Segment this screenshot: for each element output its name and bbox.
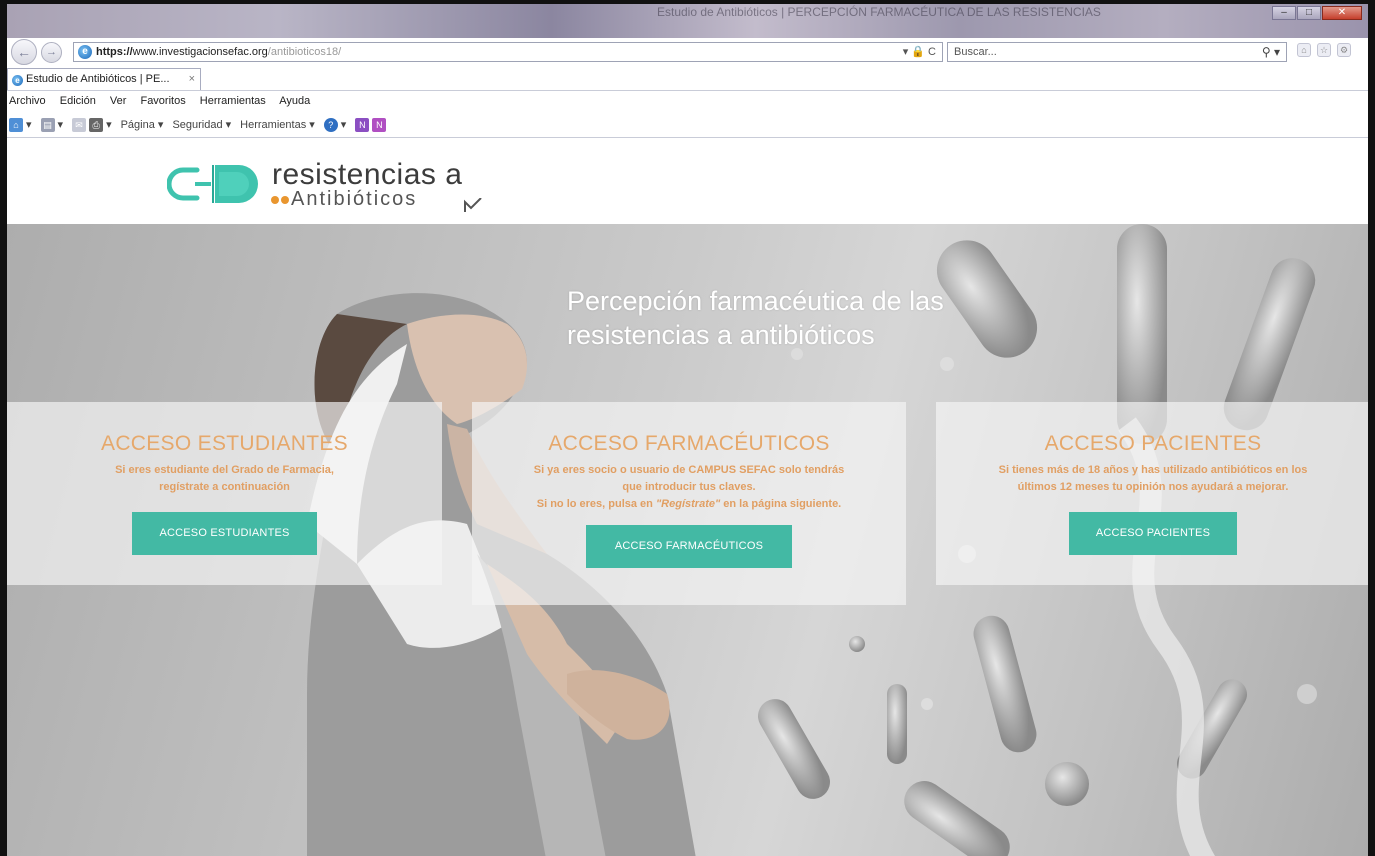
logo-dot	[281, 196, 289, 204]
command-bar: ⌂ ▾ ▤ ▾ ✉ ⎙ ▾ Página ▾ Seguridad ▾ Herramie…	[7, 112, 1368, 138]
url-controls[interactable]: ▾ 🔒 C	[903, 45, 936, 58]
toolbar-right-icons: ⌂ ☆ ⚙	[1297, 43, 1351, 57]
mail-icon[interactable]: ✉	[72, 117, 87, 132]
home-cmd-icon[interactable]: ⌂	[9, 117, 23, 132]
title-bar: Estudio de Antibióticos | PERCEPCIÓN FAR…	[7, 4, 1368, 38]
tab-active[interactable]: e Estudio de Antibióticos | PE... ×	[7, 68, 201, 90]
card-description: Si tienes más de 18 años y has utilizado…	[936, 462, 1368, 496]
logo-text-line1: resistencias a	[272, 158, 463, 191]
print-arrow[interactable]: ▾	[106, 112, 112, 138]
card-farmaceuticos: ACCESO FARMACÉUTICOS Si ya eres socio o …	[472, 402, 906, 605]
card-estudiantes: ACCESO ESTUDIANTES Si eres estudiante de…	[7, 402, 442, 585]
card-desc-line: regístrate a continuación	[159, 481, 290, 493]
search-icon[interactable]: ⚲ ▾	[1262, 43, 1280, 61]
menu-bar: Archivo Edición Ver Favoritos Herramient…	[7, 90, 1368, 112]
logo-dot	[271, 196, 279, 204]
card-title: ACCESO FARMACÉUTICOS	[548, 432, 830, 455]
pill-logo-icon	[167, 165, 258, 203]
menu-ayuda[interactable]: Ayuda	[279, 95, 310, 107]
forward-arrow-icon: →	[46, 46, 57, 58]
print-icon[interactable]: ⎙	[89, 117, 104, 132]
settings-gear-icon[interactable]: ⚙	[1337, 43, 1351, 57]
url-text[interactable]: https://www.investigacionsefac.org/antib…	[96, 46, 341, 58]
search-input[interactable]: Buscar... ⚲ ▾	[947, 42, 1287, 62]
feeds-arrow[interactable]: ▾	[58, 112, 64, 138]
site-logo[interactable]: resistencias a Antibióticos	[167, 156, 497, 212]
acceso-farmaceuticos-button[interactable]: ACCESO FARMACÉUTICOS	[586, 525, 792, 568]
card-desc-line: Si eres estudiante del Grado de Farmacia…	[115, 464, 334, 476]
card-pacientes: ACCESO PACIENTES Si tienes más de 18 año…	[936, 402, 1368, 585]
logo-check-icon	[464, 198, 482, 212]
tab-close-icon[interactable]: ×	[189, 69, 195, 89]
site-header: resistencias a Antibióticos	[7, 138, 1368, 224]
menu-edicion[interactable]: Edición	[60, 95, 96, 107]
window-controls: – □ ✕	[1271, 6, 1362, 20]
safety-menu[interactable]: Seguridad ▾	[172, 112, 231, 138]
acceso-estudiantes-button[interactable]: ACCESO ESTUDIANTES	[132, 512, 317, 555]
card-title: ACCESO PACIENTES	[1044, 432, 1262, 455]
addon-icon[interactable]: N	[372, 117, 387, 132]
card-desc-line: Si no lo eres, pulsa en "Regístrate" en …	[472, 496, 906, 513]
card-description: Si eres estudiante del Grado de Farmacia…	[7, 462, 442, 496]
card-desc-line: últimos 12 meses tu opinión nos ayudará …	[1017, 481, 1289, 493]
hero-title-line2: resistencias a antibióticos	[567, 320, 875, 350]
tab-title: Estudio de Antibióticos | PE...	[26, 73, 170, 85]
menu-favoritos[interactable]: Favoritos	[140, 95, 185, 107]
tab-favicon: e	[12, 75, 23, 86]
ie-logo-icon: e	[78, 45, 92, 59]
card-desc-line: Si ya eres socio o usuario de CAMPUS SEF…	[533, 464, 845, 476]
card-desc-part: Si no lo eres, pulsa en	[536, 498, 653, 510]
logo-text-line2: Antibióticos	[291, 188, 418, 210]
url-path: /antibioticos18/	[267, 46, 342, 58]
url-prefix: https://	[96, 46, 133, 58]
home-icon[interactable]: ⌂	[1297, 43, 1311, 57]
tools-menu[interactable]: Herramientas ▾	[240, 112, 315, 138]
card-desc-part: en la página siguiente.	[723, 498, 842, 510]
forward-button[interactable]: →	[41, 42, 62, 63]
card-desc-line: Si tienes más de 18 años y has utilizado…	[998, 464, 1308, 476]
url-domain: www.investigacionsefac.org	[132, 46, 268, 58]
close-window-button[interactable]: ✕	[1322, 6, 1362, 20]
feeds-icon[interactable]: ▤	[40, 117, 55, 132]
minimize-button[interactable]: –	[1272, 6, 1296, 20]
menu-ver[interactable]: Ver	[110, 95, 127, 107]
hero-section: Percepción farmacéutica de las resistenc…	[7, 224, 1368, 856]
back-button[interactable]: ←	[11, 39, 37, 65]
help-arrow[interactable]: ▾	[341, 112, 347, 138]
browser-window: Estudio de Antibióticos | PERCEPCIÓN FAR…	[0, 0, 1375, 856]
hero-title-line1: Percepción farmacéutica de las	[567, 286, 944, 316]
hero-title: Percepción farmacéutica de las resistenc…	[567, 284, 944, 352]
home-cmd-arrow[interactable]: ▾	[26, 112, 32, 138]
onenote-icon[interactable]: N	[355, 117, 370, 132]
window-title: Estudio de Antibióticos | PERCEPCIÓN FAR…	[657, 5, 1101, 19]
back-arrow-icon: ←	[17, 44, 31, 60]
search-placeholder: Buscar...	[954, 46, 997, 58]
card-desc-line: que introducir tus claves.	[622, 481, 756, 493]
page-menu[interactable]: Página ▾	[121, 112, 164, 138]
address-bar[interactable]: e https://www.investigacionsefac.org/ant…	[73, 42, 943, 62]
favorites-star-icon[interactable]: ☆	[1317, 43, 1331, 57]
acceso-pacientes-button[interactable]: ACCESO PACIENTES	[1069, 512, 1237, 555]
card-desc-emphasis: "Regístrate"	[655, 498, 721, 510]
menu-herramientas[interactable]: Herramientas	[200, 95, 266, 107]
card-title: ACCESO ESTUDIANTES	[101, 432, 348, 455]
card-description: Si ya eres socio o usuario de CAMPUS SEF…	[472, 462, 906, 513]
help-icon[interactable]: ?	[323, 117, 338, 132]
maximize-button[interactable]: □	[1297, 6, 1321, 20]
menu-archivo[interactable]: Archivo	[9, 95, 46, 107]
